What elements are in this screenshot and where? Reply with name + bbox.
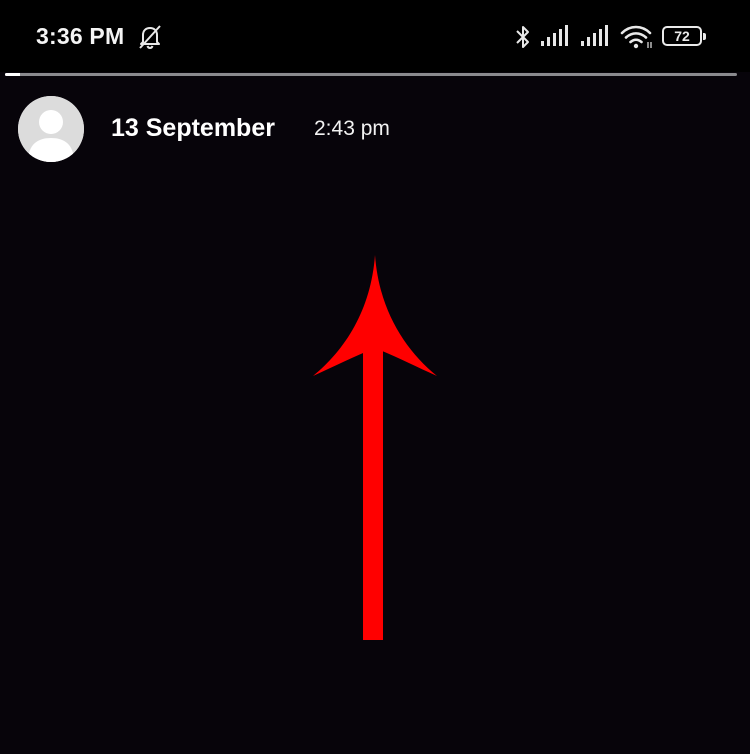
avatar[interactable]	[18, 96, 84, 162]
signal-icon	[540, 25, 572, 52]
status-bar: 3:36 PM 72	[0, 0, 750, 72]
story-progress-bar	[5, 73, 737, 76]
arrow-shaft	[363, 345, 383, 640]
status-time: 3:36 PM	[36, 23, 125, 49]
battery-level: 72	[674, 28, 690, 44]
default-avatar-icon	[18, 96, 84, 162]
story-time: 2:43 pm	[314, 117, 390, 140]
signal-icon	[580, 25, 612, 52]
bluetooth-icon	[514, 24, 532, 55]
wifi-icon	[620, 24, 654, 55]
battery-icon: 72	[662, 26, 706, 46]
story-progress-fill	[5, 73, 20, 76]
bell-off-icon	[138, 24, 162, 55]
swipe-up-arrow-icon	[305, 250, 445, 650]
story-date: 13 September	[111, 114, 275, 142]
